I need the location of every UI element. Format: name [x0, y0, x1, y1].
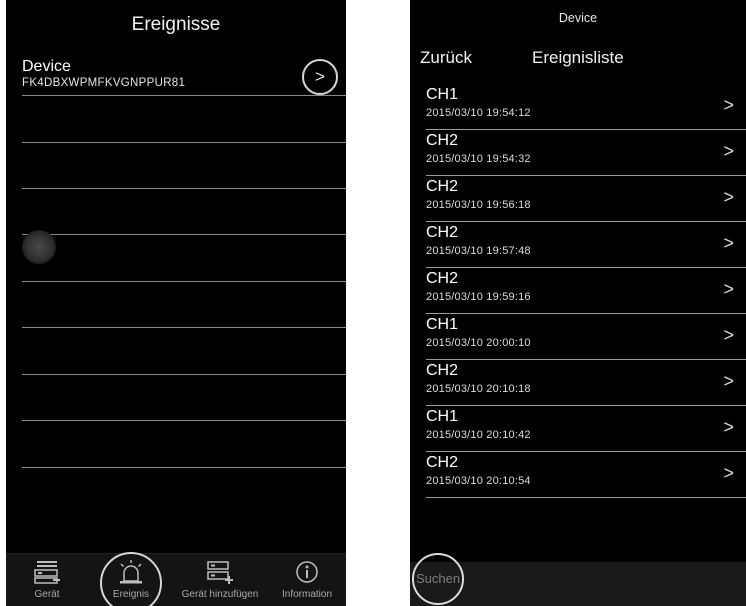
- divider: [22, 467, 346, 468]
- divider: [22, 95, 346, 96]
- chevron-right-icon: >: [723, 417, 734, 437]
- divider: [22, 142, 346, 143]
- event-channel: CH1: [426, 86, 459, 103]
- active-tab-highlight: [100, 552, 162, 606]
- tab-information[interactable]: Information: [268, 554, 346, 606]
- event-channel: CH2: [426, 454, 459, 471]
- event-row[interactable]: CH1 2015/03/10 20:00:10 >: [426, 313, 746, 360]
- device-list-icon: [32, 559, 62, 585]
- chevron-right-icon: >: [723, 279, 734, 299]
- device-header: Device: [558, 11, 598, 25]
- event-timestamp: 2015/03/10 19:59:16: [426, 291, 531, 303]
- event-timestamp: 2015/03/10 19:54:32: [426, 153, 531, 165]
- search-button-label: Suchen: [415, 571, 461, 586]
- tab-device[interactable]: Gerät: [6, 554, 88, 606]
- chevron-right-icon: >: [723, 187, 734, 207]
- add-device-icon: [205, 559, 235, 585]
- chevron-right-icon: >: [315, 67, 325, 86]
- chevron-right-icon: >: [723, 141, 734, 161]
- touch-indicator: [22, 230, 56, 264]
- events-screen: Ereignisse Device FK4DBXWPMFKVGNPPUR81 >: [6, 0, 346, 606]
- page-title: Ereignisliste: [532, 48, 624, 67]
- tab-bar: Gerät Ereignis Gerät hinzufügen Informat…: [6, 553, 346, 606]
- device-row[interactable]: Device FK4DBXWPMFKVGNPPUR81: [6, 52, 346, 96]
- divider: [22, 420, 346, 421]
- event-row[interactable]: CH2 2015/03/10 19:54:32 >: [426, 129, 746, 176]
- chevron-right-icon: >: [723, 325, 734, 345]
- event-timestamp: 2015/03/10 20:10:18: [426, 383, 531, 395]
- divider: [22, 374, 346, 375]
- event-row[interactable]: CH2 2015/03/10 20:10:18 >: [426, 359, 746, 406]
- event-channel: CH1: [426, 408, 459, 425]
- tab-label: Information: [281, 589, 333, 600]
- event-channel: CH2: [426, 178, 459, 195]
- back-button[interactable]: Zurück: [420, 48, 472, 68]
- device-id: FK4DBXWPMFKVGNPPUR81: [22, 77, 186, 89]
- event-timestamp: 2015/03/10 19:56:18: [426, 199, 531, 211]
- divider: [22, 281, 346, 282]
- event-channel: CH2: [426, 132, 459, 149]
- event-row[interactable]: CH1 2015/03/10 20:10:42 >: [426, 405, 746, 452]
- divider: [22, 188, 346, 189]
- event-channel: CH2: [426, 224, 459, 241]
- event-row[interactable]: CH1 2015/03/10 19:54:12 >: [426, 83, 746, 130]
- event-row[interactable]: CH2 2015/03/10 19:59:16 >: [426, 267, 746, 314]
- chevron-right-icon: >: [723, 371, 734, 391]
- event-channel: CH2: [426, 362, 459, 379]
- event-timestamp: 2015/03/10 20:10:42: [426, 429, 531, 441]
- divider: [22, 327, 346, 328]
- tab-add-device[interactable]: Gerät hinzufügen: [174, 554, 266, 606]
- info-icon: [292, 559, 322, 585]
- device-open-button[interactable]: >: [302, 59, 338, 95]
- event-row[interactable]: CH2 2015/03/10 19:57:48 >: [426, 221, 746, 268]
- event-timestamp: 2015/03/10 19:54:12: [426, 107, 531, 119]
- event-channel: CH2: [426, 270, 459, 287]
- event-list-screen: Device Zurück Ereignisliste CH1 2015/03/…: [410, 0, 746, 606]
- event-timestamp: 2015/03/10 20:10:54: [426, 475, 531, 487]
- device-name: Device: [22, 58, 71, 75]
- event-timestamp: 2015/03/10 20:00:10: [426, 337, 531, 349]
- tab-label: Gerät: [34, 589, 60, 600]
- tab-label: Gerät hinzufügen: [181, 589, 259, 600]
- page-title: Ereignisse: [131, 14, 221, 35]
- chevron-right-icon: >: [723, 233, 734, 253]
- event-row[interactable]: CH2 2015/03/10 20:10:54 >: [426, 451, 746, 498]
- event-channel: CH1: [426, 316, 459, 333]
- chevron-right-icon: >: [723, 463, 734, 483]
- chevron-right-icon: >: [723, 95, 734, 115]
- search-button[interactable]: Suchen: [412, 553, 464, 605]
- divider: [22, 234, 346, 235]
- event-row[interactable]: CH2 2015/03/10 19:56:18 >: [426, 175, 746, 222]
- event-timestamp: 2015/03/10 19:57:48: [426, 245, 531, 257]
